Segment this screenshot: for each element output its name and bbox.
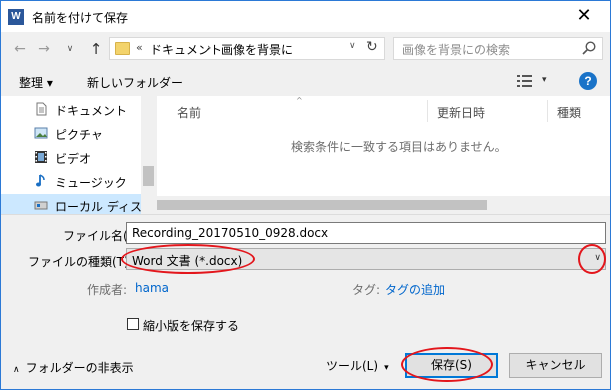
organize-button[interactable]: 整理 ▾ bbox=[19, 74, 53, 91]
address-bar[interactable]: « ドキュメント › 画像を背景に ∨ ↻ bbox=[109, 37, 385, 60]
save-button[interactable]: 保存(S) bbox=[405, 353, 498, 378]
file-type-dropdown-icon[interactable]: ∨ bbox=[594, 253, 601, 263]
filename-value: Recording_20170510_0928.docx bbox=[132, 226, 329, 240]
tags-field[interactable]: タグの追加 bbox=[385, 281, 445, 298]
sidebar-item-music[interactable]: ミュージック bbox=[1, 170, 141, 194]
sidebar-item-pictures[interactable]: ピクチャ bbox=[1, 122, 141, 146]
folder-icon bbox=[115, 42, 130, 55]
filename-field[interactable]: Recording_20170510_0928.docx bbox=[126, 222, 606, 244]
document-icon bbox=[36, 102, 47, 116]
column-divider[interactable] bbox=[427, 100, 428, 122]
file-list: ^ 名前 更新日時 種類 検索条件に一致する項目はありません。 bbox=[157, 96, 610, 214]
file-type-label: ファイルの種類(T): bbox=[28, 255, 133, 269]
search-placeholder: 画像を背景にの検索 bbox=[402, 43, 511, 57]
sidebar-item-label: ビデオ bbox=[55, 152, 92, 166]
author-label: 作成者: bbox=[87, 283, 128, 297]
view-options-icon[interactable] bbox=[516, 73, 534, 89]
author-field[interactable]: hama bbox=[135, 281, 169, 295]
save-thumbnail-checkbox[interactable] bbox=[127, 318, 139, 330]
file-list-scrollbar-thumb[interactable] bbox=[157, 200, 487, 210]
tags-label: タグ: bbox=[352, 283, 381, 297]
sidebar-item-local-disk[interactable]: ローカル ディスク (C bbox=[1, 194, 156, 214]
back-arrow-icon[interactable]: ← bbox=[11, 40, 29, 58]
search-icon[interactable] bbox=[581, 40, 597, 56]
word-app-icon: W bbox=[8, 9, 24, 25]
address-dropdown-icon[interactable]: ∨ bbox=[349, 41, 356, 51]
up-arrow-icon[interactable]: ↑ bbox=[87, 40, 105, 58]
navigation-scrollbar-thumb[interactable] bbox=[143, 166, 154, 186]
chevron-up-icon: ∧ bbox=[13, 365, 20, 375]
column-header-modified[interactable]: 更新日時 bbox=[437, 104, 485, 121]
file-type-select[interactable]: Word 文書 (*.docx) ∨ bbox=[126, 248, 606, 270]
music-icon bbox=[36, 174, 45, 187]
sort-ascending-icon: ^ bbox=[296, 96, 303, 105]
file-type-value: Word 文書 (*.docx) bbox=[132, 254, 243, 268]
video-icon bbox=[35, 151, 47, 163]
tools-dropdown-icon: ▾ bbox=[384, 363, 389, 373]
breadcrumb-overflow-icon[interactable]: « bbox=[136, 41, 143, 54]
column-header-name[interactable]: 名前 bbox=[177, 104, 201, 121]
column-header-type[interactable]: 種類 bbox=[557, 104, 581, 121]
disk-icon bbox=[34, 201, 48, 210]
close-button[interactable]: ✕ bbox=[564, 3, 604, 29]
file-list-horizontal-scrollbar[interactable] bbox=[157, 196, 610, 214]
recent-locations-chevron-icon[interactable]: ∨ bbox=[61, 40, 79, 58]
navigation-pane: ドキュメント ピクチャ ビデオ ミュージック ローカル ディスク bbox=[1, 96, 156, 214]
save-as-dialog: W 名前を付けて保存 ✕ ← → ∨ ↑ « ドキュメント › 画像を背景に ∨… bbox=[0, 0, 611, 390]
view-dropdown-icon[interactable]: ▾ bbox=[542, 75, 547, 85]
sidebar-item-videos[interactable]: ビデオ bbox=[1, 146, 141, 170]
sidebar-item-documents[interactable]: ドキュメント bbox=[1, 98, 141, 122]
breadcrumb-current-folder[interactable]: 画像を背景に bbox=[221, 41, 293, 58]
breadcrumb-separator-icon[interactable]: › bbox=[207, 41, 211, 54]
tools-button[interactable]: ツール(L) ▾ bbox=[326, 357, 389, 374]
hide-folders-button[interactable]: ∧ フォルダーの非表示 bbox=[13, 359, 134, 376]
hide-folders-label: フォルダーの非表示 bbox=[25, 361, 134, 375]
pictures-icon bbox=[34, 127, 48, 139]
new-folder-button[interactable]: 新しいフォルダー bbox=[87, 74, 183, 91]
empty-list-message: 検索条件に一致する項目はありません。 bbox=[291, 140, 507, 154]
column-divider[interactable] bbox=[547, 100, 548, 122]
save-thumbnail-label[interactable]: 縮小版を保存する bbox=[143, 317, 239, 334]
title-bar: W 名前を付けて保存 ✕ bbox=[1, 1, 610, 32]
sidebar-item-label: ドキュメント bbox=[55, 104, 128, 118]
cancel-button[interactable]: キャンセル bbox=[509, 353, 602, 378]
sidebar-item-label: ピクチャ bbox=[55, 128, 103, 142]
tools-label: ツール(L) bbox=[326, 359, 379, 373]
sidebar-item-label: ミュージック bbox=[55, 176, 127, 190]
forward-arrow-icon[interactable]: → bbox=[35, 40, 53, 58]
dialog-title: 名前を付けて保存 bbox=[32, 11, 129, 25]
refresh-icon[interactable]: ↻ bbox=[366, 39, 378, 55]
pane-divider bbox=[1, 214, 610, 215]
navigation-scrollbar[interactable] bbox=[141, 96, 156, 214]
help-icon[interactable]: ? bbox=[579, 72, 597, 90]
search-input[interactable]: 画像を背景にの検索 bbox=[393, 37, 603, 60]
